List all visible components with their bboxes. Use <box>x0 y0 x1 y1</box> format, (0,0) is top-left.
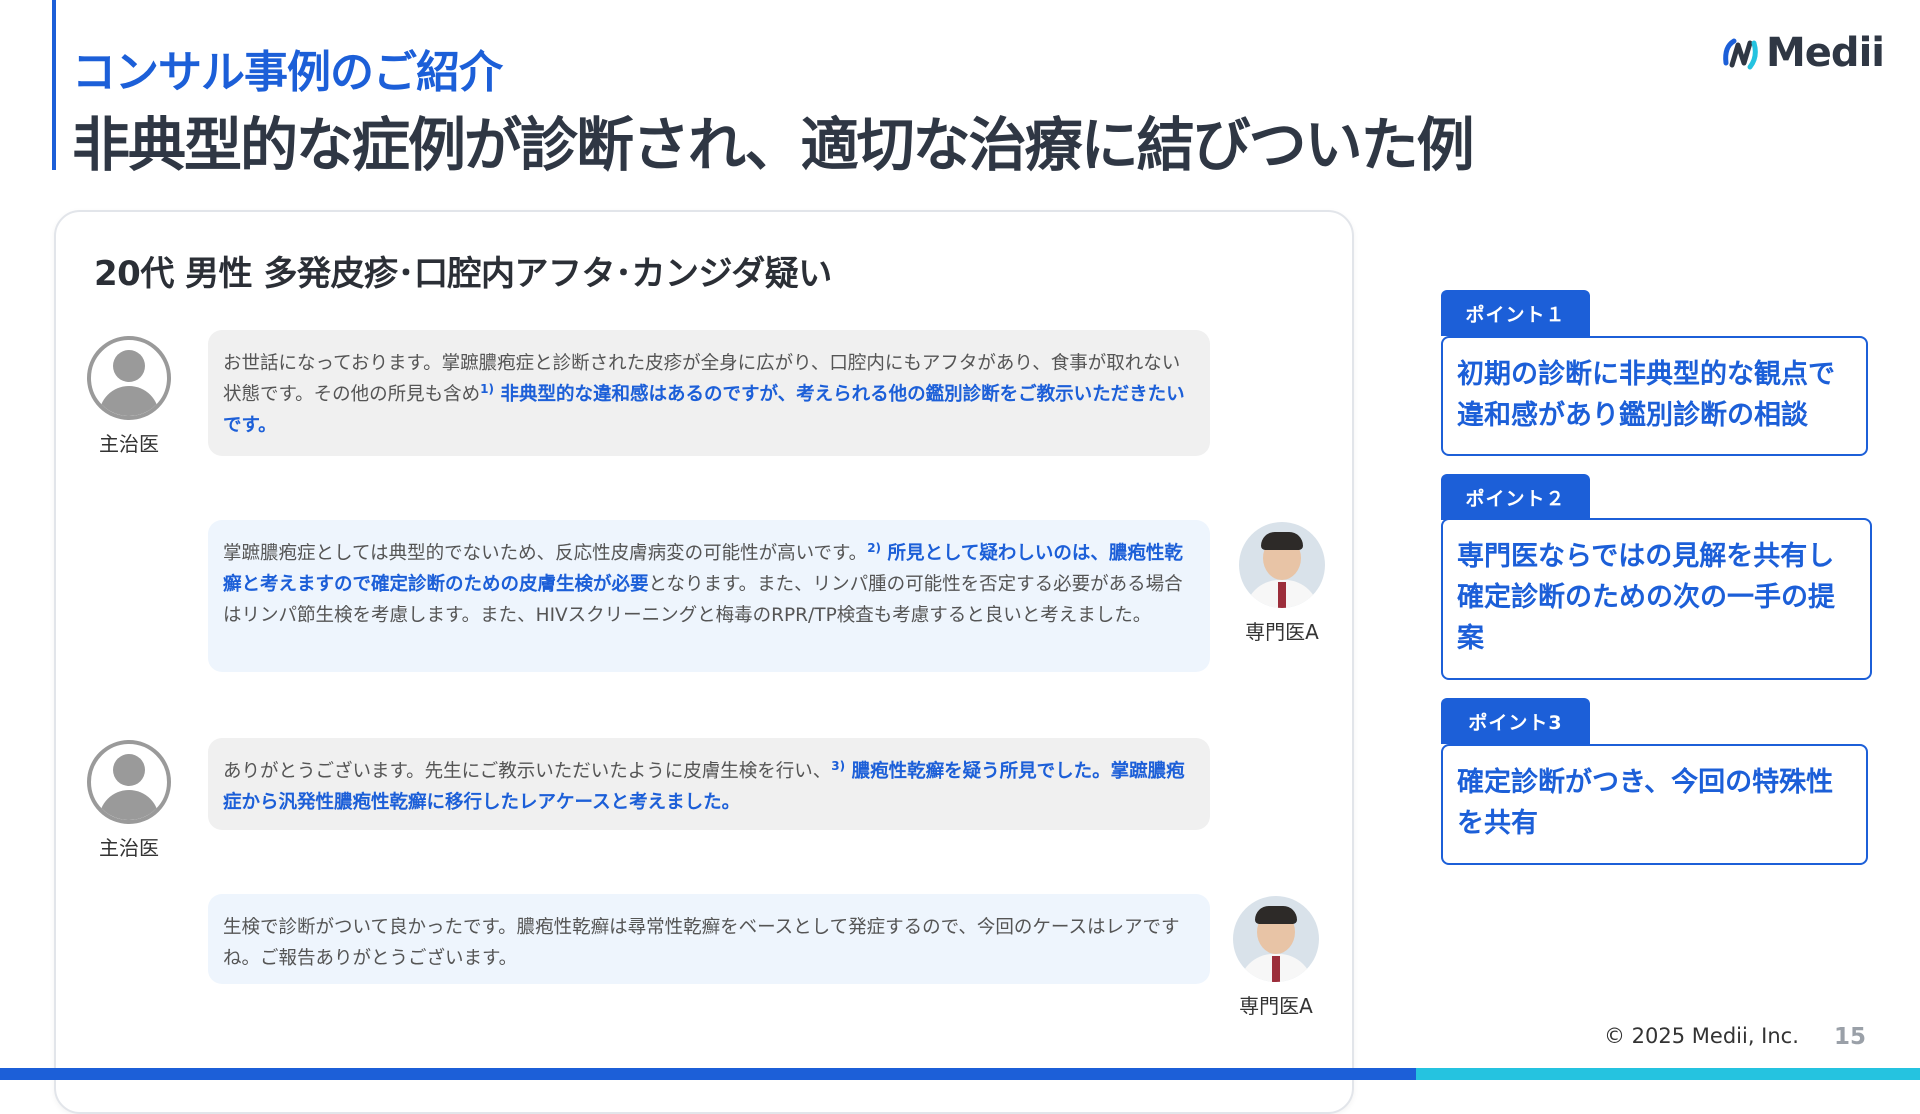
bottom-accent-bar <box>0 1068 1416 1080</box>
medii-logo: Medii <box>1720 30 1885 76</box>
bottom-accent-bar-secondary <box>1416 1068 1920 1080</box>
message-text: 掌蹠膿疱症としては典型的でないため、反応性皮膚病変の可能性が高いです。 <box>223 543 868 564</box>
speaker-label: 専門医A <box>1239 994 1313 1018</box>
message-bubble-3: ありがとうございます。先生にご教示いただいたように皮膚生検を行い、3) 膿疱性乾… <box>208 738 1210 830</box>
user-silhouette-icon <box>87 336 171 420</box>
specialist-avatar-2: 専門医A <box>1226 896 1326 1019</box>
point-box-2: 専門医ならではの見解を共有し確定診断のための次の一手の提案 <box>1441 518 1872 680</box>
page-number: 15 <box>1834 1024 1867 1050</box>
message-bubble-2: 掌蹠膿疱症としては典型的でないため、反応性皮膚病変の可能性が高いです。2) 所見… <box>208 520 1210 672</box>
point-tab-1: ポイント１ <box>1441 290 1590 336</box>
message-bubble-1: お世話になっております。掌蹠膿疱症と診断された皮疹が全身に広がり、口腔内にもアフ… <box>208 330 1210 456</box>
consult-case-card: 20代 男性 多発皮疹･口腔内アフタ･カンジダ疑い 主治医 お世話になっておりま… <box>54 210 1354 1114</box>
footnote-marker: 2) <box>867 540 882 555</box>
footnote-marker: 3) <box>831 758 846 773</box>
message-text: 生検で診断がついて良かったです。膿疱性乾癬は尋常性乾癬をベースとして発症するので… <box>223 917 1180 969</box>
user-silhouette-icon <box>87 740 171 824</box>
doctor-photo <box>1239 522 1325 608</box>
point-tab-3: ポイント3 <box>1441 698 1590 744</box>
message-bubble-4: 生検で診断がついて良かったです。膿疱性乾癬は尋常性乾癬をベースとして発症するので… <box>208 894 1210 984</box>
point-box-3: 確定診断がつき、今回の特殊性を共有 <box>1441 744 1868 865</box>
point-tab-2: ポイント２ <box>1441 474 1590 520</box>
copyright: © 2025 Medii, Inc. <box>1604 1024 1799 1048</box>
speaker-label: 主治医 <box>99 836 159 860</box>
footnote-marker: 1) <box>480 381 494 396</box>
case-title: 20代 男性 多発皮疹･口腔内アフタ･カンジダ疑い <box>94 254 832 294</box>
title-accent-bar <box>52 0 56 170</box>
page-title: 非典型的な症例が診断され、適切な治療に結びついた例 <box>72 111 1475 179</box>
logo-text: Medii <box>1766 30 1885 76</box>
speaker-label: 主治医 <box>99 432 159 456</box>
specialist-avatar-1: 専門医A <box>1232 522 1332 645</box>
doctor-photo <box>1233 896 1319 982</box>
speaker-label: 専門医A <box>1245 620 1319 644</box>
attending-avatar-2: 主治医 <box>79 740 179 861</box>
medii-logo-icon <box>1723 38 1758 70</box>
point-box-1: 初期の診断に非典型的な観点で違和感があり鑑別診断の相談 <box>1441 336 1868 456</box>
attending-avatar-1: 主治医 <box>79 336 179 457</box>
message-text: ありがとうございます。先生にご教示いただいたように皮膚生検を行い、 <box>223 761 832 782</box>
page-subtitle: コンサル事例のご紹介 <box>72 47 503 98</box>
